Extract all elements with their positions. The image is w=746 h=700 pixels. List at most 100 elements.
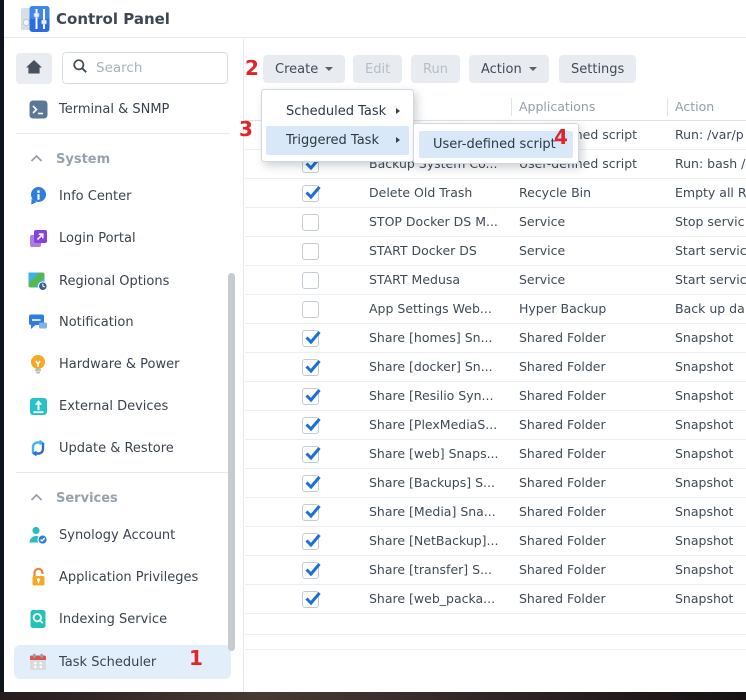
sidebar-item-hardware-power[interactable]: Hardware & Power (14, 348, 234, 380)
settings-button[interactable]: Settings (559, 55, 636, 83)
home-button[interactable] (16, 53, 52, 84)
action-cell: Snapshot (675, 498, 746, 526)
applications-cell: Service (519, 208, 671, 236)
action-cell: Snapshot (675, 353, 746, 381)
terminal-icon (28, 99, 48, 119)
table-row[interactable]: Share [homes] Sn... Shared Folder Snapsh… (245, 324, 746, 353)
action-cell: Start servic (675, 237, 746, 265)
control-panel-icon (20, 5, 51, 37)
task-name-cell: Share [PlexMediaS... (369, 411, 516, 439)
section-label: System (56, 152, 110, 167)
row-checkbox[interactable] (302, 272, 319, 289)
applications-cell: Shared Folder (519, 411, 671, 439)
table-row[interactable]: STOP Docker DS M... Service Stop servic (245, 208, 746, 237)
row-checkbox[interactable] (302, 591, 319, 608)
table-row[interactable]: Share [Resilio Syn... Shared Folder Snap… (245, 382, 746, 411)
sidebar-section-services[interactable]: Services (14, 482, 234, 514)
row-checkbox[interactable] (302, 475, 319, 492)
table-row[interactable]: Share [web] Snaps... Shared Folder Snaps… (245, 440, 746, 469)
table-row[interactable]: Delete Old Trash Recycle Bin Empty all R (245, 179, 746, 208)
sidebar-item-notification[interactable]: Notification (14, 306, 234, 338)
settings-button-label: Settings (571, 62, 624, 77)
row-checkbox[interactable] (302, 533, 319, 550)
task-name-cell: Share [transfer] S... (369, 556, 516, 584)
sidebar-item-application-privileges[interactable]: Application Privileges (14, 561, 234, 593)
task-name-cell: Share [Backups] S... (369, 469, 516, 497)
table-row[interactable]: Share [NetBackup]... Shared Folder Snaps… (245, 527, 746, 556)
table-row[interactable]: Share [Media] Sna... Shared Folder Snaps… (245, 498, 746, 527)
applications-cell: Shared Folder (519, 382, 671, 410)
task-name-cell: STOP Docker DS M... (369, 208, 516, 236)
sidebar-item-terminal-snmp[interactable]: Terminal & SNMP (14, 93, 234, 125)
table-row[interactable]: Share [docker] Sn... Shared Folder Snaps… (245, 353, 746, 382)
sidebar-item-label: Indexing Service (59, 612, 167, 627)
sidebar-item-regional-options[interactable]: Regional Options (14, 265, 234, 297)
sidebar-item-label: Regional Options (59, 274, 169, 289)
empty-row-divider (245, 634, 746, 635)
row-checkbox[interactable] (302, 359, 319, 376)
menu-item-scheduled-task[interactable]: Scheduled Task (266, 97, 409, 126)
row-checkbox[interactable] (302, 504, 319, 521)
applications-cell: Service (519, 266, 671, 294)
sidebar-item-info-center[interactable]: Info Center (14, 180, 234, 212)
task-name-cell: Share [homes] Sn... (369, 324, 516, 352)
action-cell: Snapshot (675, 324, 746, 352)
action-button[interactable]: Action (469, 55, 549, 83)
row-checkbox[interactable] (302, 185, 319, 202)
annotation-3: 3 (239, 119, 253, 139)
search-input[interactable] (96, 60, 211, 76)
task-name-cell: Share [web] Snaps... (369, 440, 516, 468)
table-row[interactable]: START Medusa Service Start servic (245, 266, 746, 295)
table-row[interactable]: START Docker DS Service Start servic (245, 237, 746, 266)
row-checkbox[interactable] (302, 562, 319, 579)
applications-cell: Service (519, 237, 671, 265)
sidebar-section-system[interactable]: System (14, 143, 234, 175)
menu-item-label: User-defined script (433, 137, 556, 152)
sidebar-item-label: Terminal & SNMP (59, 102, 169, 117)
table-row[interactable]: Share [web_packa... Shared Folder Snapsh… (245, 585, 746, 614)
home-icon (25, 58, 43, 79)
run-button[interactable]: Run (411, 55, 460, 83)
column-separator[interactable] (667, 98, 668, 116)
row-checkbox[interactable] (302, 301, 319, 318)
sidebar-item-synology-account[interactable]: Synology Account (14, 519, 234, 551)
action-cell: Start servic (675, 266, 746, 294)
row-checkbox[interactable] (302, 417, 319, 434)
sidebar-divider (16, 472, 229, 473)
sidebar-item-label: Hardware & Power (59, 357, 179, 372)
column-separator[interactable] (511, 98, 512, 116)
applications-cell: Shared Folder (519, 527, 671, 555)
sidebar-item-update-restore[interactable]: Update & Restore (14, 432, 234, 464)
applications-column-header[interactable]: Applications (519, 99, 595, 114)
sidebar-item-label: Application Privileges (59, 570, 198, 585)
sidebar-item-label: Notification (59, 315, 134, 330)
create-button[interactable]: Create (263, 55, 345, 83)
page-title: Control Panel (56, 10, 170, 28)
table-row[interactable]: App Settings Web... Hyper Backup Back up… (245, 295, 746, 324)
row-checkbox[interactable] (302, 243, 319, 260)
sidebar-item-indexing-service[interactable]: Indexing Service (14, 603, 234, 635)
action-column-header[interactable]: Action (675, 99, 714, 114)
desktop-edge-left (0, 0, 4, 700)
sidebar-item-label: Synology Account (59, 528, 175, 543)
menu-item-user-defined-script[interactable]: User-defined script (419, 131, 573, 158)
login-portal-icon (28, 228, 48, 248)
applications-cell: Hyper Backup (519, 295, 671, 323)
table-row[interactable]: Share [Backups] S... Shared Folder Snaps… (245, 469, 746, 498)
sidebar-scrollbar[interactable] (228, 273, 235, 651)
sidebar-item-label: Task Scheduler (59, 655, 156, 670)
table-row[interactable]: Share [PlexMediaS... Shared Folder Snaps… (245, 411, 746, 440)
row-checkbox[interactable] (302, 330, 319, 347)
row-checkbox[interactable] (302, 446, 319, 463)
action-cell: Stop servic (675, 208, 746, 236)
sidebar-item-external-devices[interactable]: External Devices (14, 390, 234, 422)
row-checkbox[interactable] (302, 214, 319, 231)
external-device-icon (28, 396, 48, 416)
table-row[interactable]: Share [transfer] S... Shared Folder Snap… (245, 556, 746, 585)
sidebar-item-login-portal[interactable]: Login Portal (14, 222, 234, 254)
chevron-down-icon (325, 67, 333, 71)
search-box[interactable] (62, 52, 228, 84)
edit-button[interactable]: Edit (353, 55, 402, 83)
menu-item-triggered-task[interactable]: Triggered Task (266, 126, 409, 155)
row-checkbox[interactable] (302, 388, 319, 405)
